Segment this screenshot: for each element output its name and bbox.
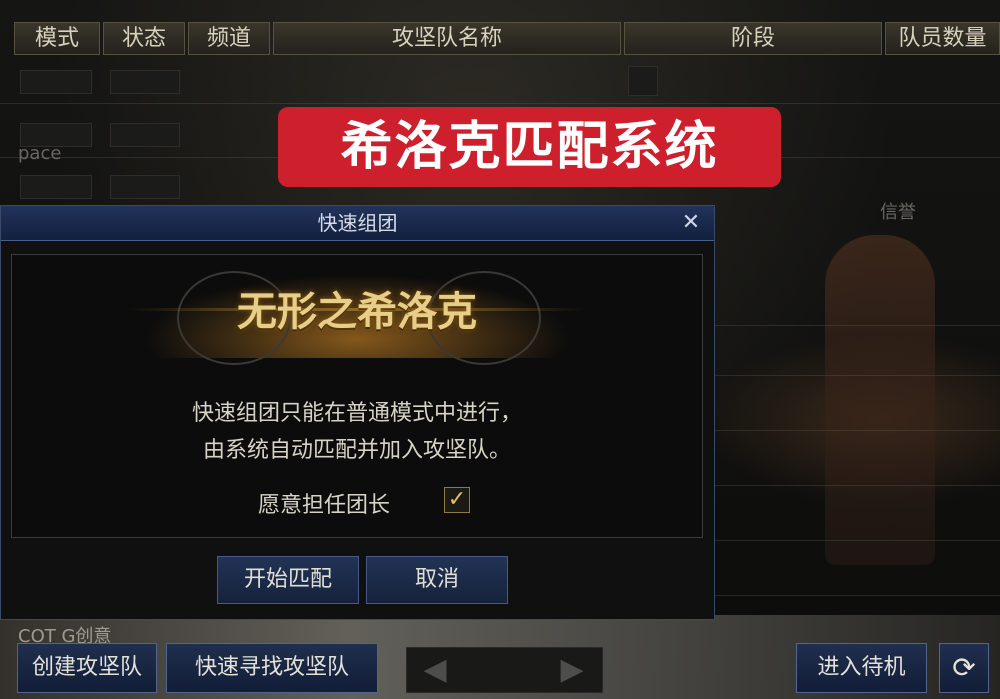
list-row-cell <box>20 70 92 94</box>
close-icon[interactable]: ✕ <box>678 210 704 236</box>
title-banner: 希洛克匹配系统 <box>278 107 781 187</box>
cancel-button[interactable]: 取消 <box>366 556 508 604</box>
quick-party-dialog: 快速组团 ✕ 无形之希洛克 快速组团只能在普通模式中进行， 由系统自动匹配并加入… <box>0 205 715 620</box>
description-line-1: 快速组团只能在普通模式中进行， <box>191 401 522 426</box>
column-header-stage[interactable]: 阶段 <box>624 22 882 55</box>
list-row-cell <box>20 123 92 147</box>
volunteer-leader-checkbox[interactable]: ✓ <box>444 487 470 513</box>
start-matching-button[interactable]: 开始匹配 <box>217 556 359 604</box>
list-row-cell <box>628 66 658 96</box>
next-page-icon[interactable]: ▶ <box>552 652 592 688</box>
enter-standby-button[interactable]: 进入待机 <box>796 643 927 693</box>
dialog-title: 快速组团 <box>317 211 398 235</box>
raid-name: 无形之希洛克 <box>237 288 477 335</box>
list-row-divider <box>0 103 1000 104</box>
description-line-2: 由系统自动匹配并加入攻坚队。 <box>202 438 511 463</box>
dialog-titlebar[interactable]: 快速组团 ✕ <box>1 206 714 241</box>
quick-search-team-button[interactable]: 快速寻找攻坚队 <box>166 643 378 693</box>
list-row-cell <box>20 175 92 199</box>
raid-emblem: 无形之希洛克 <box>107 263 607 365</box>
background-text-right: 信誉 <box>880 202 916 223</box>
column-header-team-name[interactable]: 攻坚队名称 <box>273 22 621 55</box>
background-character <box>825 235 935 565</box>
dialog-content-panel: 无形之希洛克 快速组团只能在普通模式中进行， 由系统自动匹配并加入攻坚队。 愿意… <box>11 254 703 538</box>
column-header-channel[interactable]: 频道 <box>188 22 270 55</box>
pager: ◀ ▶ <box>406 647 603 693</box>
list-row-cell <box>110 123 180 147</box>
column-header-member-count[interactable]: 队员数量 <box>885 22 1000 55</box>
create-team-button[interactable]: 创建攻坚队 <box>17 643 157 693</box>
prev-page-icon[interactable]: ◀ <box>415 652 455 688</box>
volunteer-leader-label: 愿意担任团长 <box>258 493 391 518</box>
list-row-cell <box>110 70 180 94</box>
refresh-icon[interactable]: ⟳ <box>939 643 989 693</box>
list-row-cell <box>110 175 180 199</box>
column-header-status[interactable]: 状态 <box>103 22 185 55</box>
column-header-mode[interactable]: 模式 <box>14 22 100 55</box>
